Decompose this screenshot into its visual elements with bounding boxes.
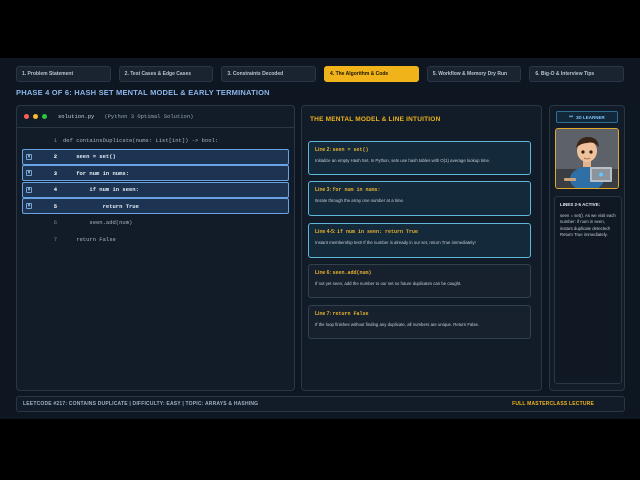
- learner-panel: ⚯ 3D LEARNER LINES 2-5 ACTIVE: seen = se…: [549, 105, 625, 391]
- tab-workflow-dry-run[interactable]: 5. Workflow & Memory Dry Run: [426, 66, 522, 82]
- line-number: 6: [53, 219, 57, 226]
- line-code: for num in nums:: [63, 169, 130, 177]
- gutter-marker-icon: ▣: [26, 170, 32, 176]
- line-card-7: Line 7: return False If the loop finishe…: [308, 305, 531, 339]
- learner-badge: ⚯ 3D LEARNER: [556, 111, 618, 123]
- footer-problem-info: LEETCODE #217: CONTAINS DUPLICATE | DIFF…: [23, 401, 259, 407]
- line-card-desc: If not yet seen, add the number to our s…: [315, 281, 462, 286]
- line-card-4-5: Line 4-5: if num in seen: return True In…: [308, 223, 531, 258]
- close-dot-icon: [24, 114, 29, 119]
- gutter-marker-icon: ▣: [26, 153, 32, 160]
- code-line-highlighted: ▣ 5 return True: [22, 198, 289, 214]
- line-card-desc: Instant membership test! If the number i…: [315, 240, 476, 245]
- line-card-title: Line 3: for num in nums:: [315, 187, 381, 193]
- minimize-dot-icon: [33, 114, 38, 119]
- maximize-dot-icon: [42, 114, 47, 119]
- tab-test-cases[interactable]: 2. Test Cases & Edge Cases: [118, 66, 214, 82]
- code-line: 1 def containsDuplicate(nums: List[int])…: [22, 132, 289, 148]
- code-line-highlighted: ▣ 3 for num in nums:: [22, 165, 289, 181]
- footer-lecture-label: FULL MASTERCLASS LECTURE: [512, 401, 594, 407]
- learner-avatar-illustration: [556, 129, 618, 188]
- line-card-title: Line 6: seen.add(num): [315, 270, 372, 276]
- code-line: 7 return False: [22, 231, 289, 247]
- editor-subtitle: (Python 3 Optimal Solution): [104, 113, 194, 120]
- code-line: 6 seen.add(num): [22, 215, 289, 231]
- code-editor-panel: solution.py (Python 3 Optimal Solution) …: [16, 105, 295, 391]
- line-code: seen.add(num): [63, 219, 133, 226]
- line-card-desc: If the loop finishes without finding any…: [315, 322, 480, 327]
- tab-constraints[interactable]: 3. Constraints Decoded: [221, 66, 317, 82]
- footer-bar: LEETCODE #217: CONTAINS DUPLICATE | DIFF…: [16, 396, 625, 412]
- phase-title: PHASE 4 OF 6: HASH SET MENTAL MODEL & EA…: [16, 88, 270, 97]
- line-number: 7: [53, 235, 57, 243]
- line-code: return False: [63, 235, 116, 243]
- line-card-6: Line 6: seen.add(num) If not yet seen, a…: [308, 264, 531, 298]
- mental-model-panel: THE MENTAL MODEL & LINE INTUITION Line 2…: [301, 105, 542, 391]
- line-card-desc: Iterate through the array one number at …: [315, 198, 405, 203]
- active-lines-box: LINES 2-5 ACTIVE: seen = set(). As we vi…: [554, 196, 622, 384]
- line-card-3: Line 3: for num in nums: Iterate through…: [308, 181, 531, 216]
- editor-filename: solution.py: [58, 113, 95, 120]
- gutter-marker-icon: ▣: [26, 186, 32, 193]
- line-code: if num in seen:: [63, 186, 139, 193]
- lecture-frame: 1. Problem Statement 2. Test Cases & Edg…: [0, 58, 640, 419]
- line-number: 1: [53, 136, 57, 144]
- code-line-highlighted: ▣ 4 if num in seen:: [22, 181, 289, 198]
- line-code: return True: [63, 202, 139, 210]
- code-lines: 1 def containsDuplicate(nums: List[int])…: [22, 132, 289, 248]
- line-card-title: Line 2: seen = set(): [315, 147, 369, 153]
- code-line-highlighted: ▣ 2 seen = set(): [22, 148, 289, 165]
- gutter-marker-icon: ▣: [26, 203, 32, 209]
- line-card-2: Line 2: seen = set() Initialize an empty…: [308, 141, 531, 175]
- line-code: def containsDuplicate(nums: List[int]) -…: [63, 136, 219, 144]
- tab-algorithm-code[interactable]: 4. The Algorithm & Code: [324, 66, 419, 82]
- tab-problem-statement[interactable]: 1. Problem Statement: [16, 66, 111, 82]
- mental-model-title: THE MENTAL MODEL & LINE INTUITION: [310, 116, 441, 123]
- phase-tabs: 1. Problem Statement 2. Test Cases & Edg…: [16, 66, 625, 82]
- learner-icon: ⚯: [569, 114, 573, 119]
- active-lines-title: LINES 2-5 ACTIVE:: [560, 202, 601, 207]
- learner-avatar: [555, 128, 619, 189]
- line-card-desc: Initialize an empty Hash Set. In Python,…: [315, 158, 491, 163]
- line-code: seen = set(): [63, 153, 116, 160]
- editor-titlebar: solution.py (Python 3 Optimal Solution): [17, 106, 294, 128]
- active-lines-text: seen = set(). As we visit each number: i…: [560, 213, 616, 238]
- tab-big-o-tips[interactable]: 6. Big-O & Interview Tips: [529, 66, 625, 82]
- line-card-title: Line 7: return False: [315, 311, 369, 317]
- line-card-title: Line 4-5: if num in seen: return True: [315, 229, 418, 235]
